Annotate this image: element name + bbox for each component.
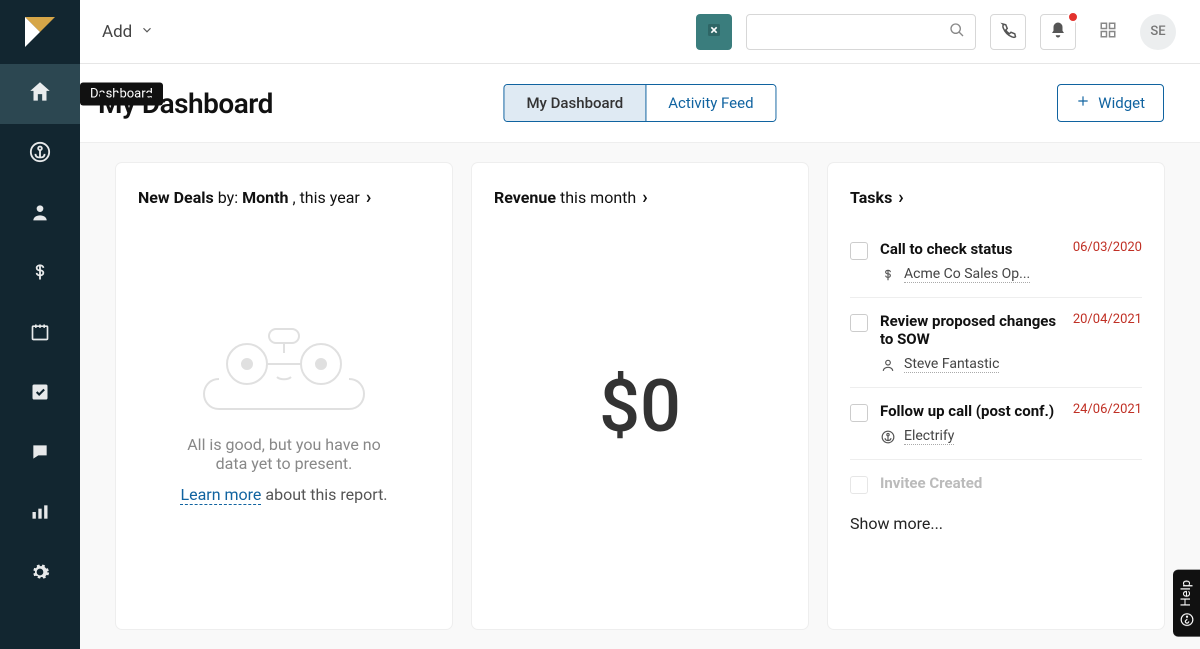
dollar-icon — [880, 267, 896, 283]
help-label: Help — [1179, 580, 1194, 607]
card-revenue-title[interactable]: Revenue this month › — [494, 187, 786, 208]
close-square-icon — [706, 22, 722, 42]
chevron-right-icon: › — [366, 187, 371, 208]
add-widget-button[interactable]: Widget — [1057, 84, 1164, 122]
nav-leads[interactable] — [0, 124, 80, 184]
task-row: Follow up call (post conf.) 24/06/2021 E… — [850, 388, 1142, 460]
close-panel-button[interactable] — [696, 14, 732, 50]
chevron-down-icon — [140, 22, 154, 42]
gear-icon — [30, 562, 50, 586]
task-date: 06/03/2020 — [1073, 240, 1142, 255]
task-checkbox[interactable] — [850, 476, 868, 494]
task-date: 24/06/2021 — [1073, 402, 1142, 417]
nav-reports[interactable] — [0, 484, 80, 544]
add-button[interactable]: Add — [98, 16, 158, 48]
phone-icon — [999, 21, 1017, 43]
task-related[interactable]: Steve Fantastic — [880, 356, 1142, 373]
notifications-button[interactable] — [1040, 14, 1076, 50]
nav-tasks[interactable] — [0, 364, 80, 424]
card-new-deals: New Deals by: Month , this year › — [116, 163, 452, 629]
view-tabs: My Dashboard Activity Feed — [503, 84, 776, 122]
tab-my-dashboard[interactable]: My Dashboard — [504, 85, 645, 121]
dashboard-content: New Deals by: Month , this year › — [80, 143, 1200, 649]
task-row: Review proposed changes to SOW 20/04/202… — [850, 298, 1142, 388]
nav-calendar[interactable] — [0, 304, 80, 364]
task-checkbox[interactable] — [850, 404, 868, 422]
task-row: Call to check status 06/03/2020 Acme Co … — [850, 226, 1142, 298]
nav-settings[interactable] — [0, 544, 80, 604]
anchor-icon — [880, 429, 896, 445]
page-title: My Dashboard — [98, 87, 273, 120]
home-icon — [27, 79, 53, 109]
plus-icon — [1076, 94, 1090, 112]
help-tab[interactable]: Help — [1173, 570, 1200, 637]
add-label: Add — [102, 22, 132, 42]
task-checkbox[interactable] — [850, 242, 868, 260]
empty-text: All is good, but you have no data yet to… — [174, 435, 394, 473]
app-logo[interactable] — [0, 0, 80, 64]
card-tasks-title[interactable]: Tasks › — [850, 187, 1142, 208]
tab-activity-feed[interactable]: Activity Feed — [645, 85, 775, 121]
avatar-initials: SE — [1150, 24, 1165, 39]
nav-chat[interactable] — [0, 424, 80, 484]
chat-icon — [30, 442, 50, 466]
binoculars-icon — [199, 309, 369, 423]
widget-label: Widget — [1098, 94, 1145, 112]
task-date: 20/04/2021 — [1073, 312, 1142, 327]
task-title[interactable]: Invitee Created — [880, 474, 982, 492]
page-header: My Dashboard My Dashboard Activity Feed … — [80, 64, 1200, 143]
call-button[interactable] — [990, 14, 1026, 50]
checkbox-icon — [30, 382, 50, 406]
anchor-circle-icon — [29, 141, 51, 167]
nav-dashboard[interactable]: Dashboard — [0, 64, 80, 124]
card-new-deals-title[interactable]: New Deals by: Month , this year › — [138, 187, 430, 208]
card-revenue: Revenue this month › $0 — [472, 163, 808, 629]
task-related[interactable]: Electrify — [880, 428, 1142, 445]
revenue-value: $0 — [494, 208, 786, 605]
calendar-icon — [30, 322, 50, 346]
search-input[interactable] — [757, 24, 949, 40]
tasks-list: Call to check status 06/03/2020 Acme Co … — [850, 226, 1142, 508]
learn-more-link[interactable]: Learn more — [180, 485, 261, 505]
nav-contacts[interactable] — [0, 184, 80, 244]
apps-button[interactable] — [1090, 14, 1126, 50]
card-tasks: Tasks › Call to check status 06/03/2020 — [828, 163, 1164, 629]
task-row: Invitee Created — [850, 460, 1142, 508]
help-icon — [1179, 613, 1194, 627]
empty-state: All is good, but you have no data yet to… — [138, 208, 430, 605]
notification-dot — [1067, 11, 1079, 23]
task-title[interactable]: Call to check status — [880, 240, 1012, 258]
empty-learn-line: Learn more about this report. — [180, 485, 387, 504]
bell-icon — [1049, 21, 1067, 43]
chevron-right-icon: › — [642, 187, 647, 208]
chevron-right-icon: › — [898, 187, 903, 208]
search-field[interactable] — [746, 14, 976, 50]
main: Add — [80, 0, 1200, 649]
sidebar: Dashboard — [0, 0, 80, 649]
search-icon — [949, 22, 965, 42]
topbar: Add — [80, 0, 1200, 64]
dollar-icon — [30, 260, 50, 288]
task-related[interactable]: Acme Co Sales Op... — [880, 266, 1142, 283]
task-title[interactable]: Follow up call (post conf.) — [880, 402, 1054, 420]
show-more-link[interactable]: Show more... — [850, 514, 1142, 533]
nav-deals[interactable] — [0, 244, 80, 304]
task-title[interactable]: Review proposed changes to SOW — [880, 312, 1063, 348]
task-checkbox[interactable] — [850, 314, 868, 332]
person-icon — [880, 357, 896, 373]
avatar[interactable]: SE — [1140, 14, 1176, 50]
bar-chart-icon — [30, 502, 50, 526]
person-icon — [30, 202, 50, 226]
grid-icon — [1099, 21, 1117, 43]
